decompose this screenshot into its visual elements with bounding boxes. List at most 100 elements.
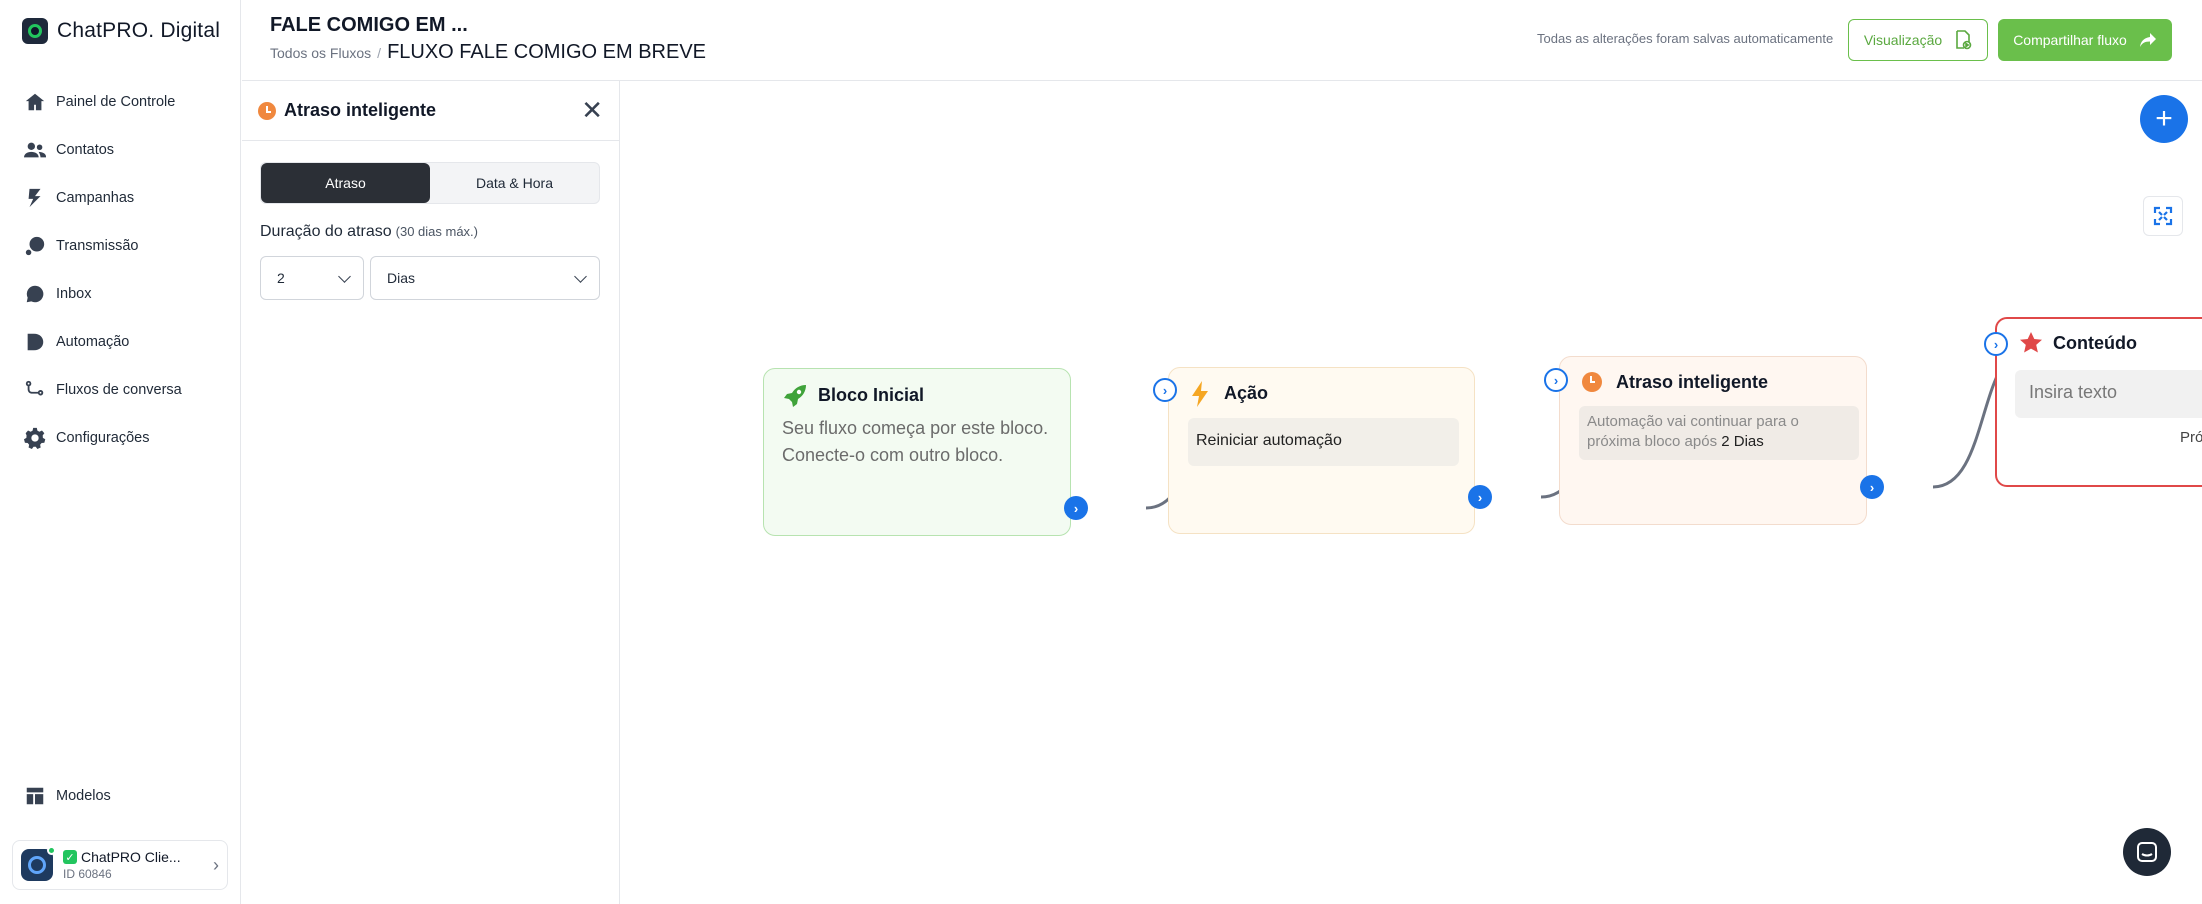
node-start-title: Bloco Inicial [818, 385, 925, 405]
node-content-next-label: Pró [2180, 429, 2202, 446]
tab-atraso[interactable]: Atraso [261, 163, 430, 203]
node-delay-content: Automação vai continuar para o próxima b… [1579, 406, 1859, 460]
sidebar-bottom: Modelos [24, 772, 111, 820]
node-content-input-handle[interactable]: › [1984, 332, 2008, 356]
node-action-input-handle[interactable]: › [1153, 378, 1177, 402]
node-action-title: Ação [1224, 383, 1269, 403]
share-button-label: Compartilhar fluxo [2013, 32, 2127, 48]
brand[interactable]: ChatPRO. Digital [22, 18, 220, 44]
support-chat-button[interactable] [2123, 828, 2171, 876]
breadcrumb-current[interactable]: FLUXO FALE COMIGO EM BREVE [387, 41, 706, 64]
close-icon[interactable]: ✕ [581, 95, 603, 126]
node-delay-text: Automação vai continuar para o próxima b… [1587, 413, 1799, 450]
brand-logo-icon [22, 18, 48, 44]
sidebar-item-label: Fluxos de conversa [56, 382, 182, 398]
delay-duration-label-text: Duração do atraso [260, 223, 392, 240]
add-block-button[interactable]: + [2140, 95, 2188, 143]
delay-mode-tabs: Atraso Data & Hora [260, 162, 600, 204]
node-content-text-input[interactable]: Insira texto [2015, 370, 2202, 418]
sidebar-item-contatos[interactable]: Contatos [24, 126, 182, 174]
chevron-down-icon [574, 269, 587, 283]
sidebar-item-label: Configurações [56, 430, 150, 446]
account-name: ChatPRO Clie... [81, 849, 181, 865]
delay-amount-value: 2 [277, 270, 285, 286]
sidebar-item-painel[interactable]: Painel de Controle [24, 78, 182, 126]
gear-icon [24, 427, 46, 449]
fit-view-button[interactable] [2143, 196, 2183, 236]
panel-title: Atraso inteligente [284, 100, 437, 120]
sidebar-item-inbox[interactable]: Inbox [24, 270, 182, 318]
node-delay-output-handle[interactable]: › [1860, 475, 1884, 499]
header: FALE COMIGO EM ... Todos os Fluxos / FLU… [242, 0, 2202, 81]
app-root: ChatPRO. Digital Painel de Controle Cont… [0, 0, 2202, 904]
autosave-status: Todas as alterações foram salvas automat… [1537, 31, 1834, 46]
rocket-icon [784, 385, 806, 407]
sidebar-item-label: Painel de Controle [56, 94, 176, 110]
node-start[interactable]: Bloco Inicial Seu fluxo começa por este … [763, 368, 1071, 536]
smart-delay-panel: Atraso inteligente ✕ Atraso Data & Hora … [242, 81, 620, 904]
brand-name: ChatPRO. Digital [57, 19, 221, 42]
avatar [21, 846, 56, 881]
delay-unit-select[interactable]: Dias [370, 256, 600, 300]
expand-icon [2153, 206, 2173, 226]
clock-icon [258, 101, 276, 120]
sidebar-item-label: Automação [56, 334, 130, 350]
users-icon [24, 142, 46, 158]
breadcrumb-link-all-flows[interactable]: Todos os Fluxos [270, 45, 371, 61]
templates-icon [26, 787, 44, 805]
chat-icon [26, 285, 44, 303]
node-smart-delay[interactable]: Atraso inteligente Automação vai continu… [1559, 356, 1867, 525]
tab-data-hora[interactable]: Data & Hora [430, 163, 599, 203]
node-action-content: Reiniciar automação [1188, 418, 1459, 466]
verified-check-icon: ✓ [63, 850, 77, 864]
node-start-output-handle[interactable]: › [1064, 496, 1088, 520]
panel-header: Atraso inteligente ✕ [242, 81, 619, 141]
automation-icon [27, 333, 44, 351]
sidebar-item-label: Transmissão [56, 238, 139, 254]
share-flow-button[interactable]: Compartilhar fluxo [1998, 19, 2172, 61]
node-content-title: Conteúdo [2053, 333, 2137, 353]
preview-button[interactable]: Visualização [1848, 19, 1988, 61]
clock-icon [1582, 372, 1602, 392]
preview-document-icon [1956, 30, 1972, 50]
page-title: FALE COMIGO EM ... [270, 14, 468, 36]
account-switcher[interactable]: ✓ ChatPRO Clie... ID 60846 › [12, 840, 228, 890]
sidebar-item-configuracoes[interactable]: Configurações [24, 414, 182, 462]
star-icon [2020, 332, 2042, 353]
campaign-icon [28, 188, 41, 208]
sidebar-item-fluxos[interactable]: Fluxos de conversa [24, 366, 182, 414]
home-icon [25, 93, 45, 111]
delay-duration-hint: (30 dias máx.) [395, 224, 479, 239]
delay-unit-value: Dias [387, 270, 416, 286]
node-delay-input-handle[interactable]: › [1544, 368, 1568, 392]
account-id: ID 60846 [63, 867, 112, 881]
sidebar-item-modelos[interactable]: Modelos [24, 772, 111, 820]
delay-duration-label: Duração do atraso (30 dias máx.) [260, 223, 478, 241]
sidebar-item-label: Campanhas [56, 190, 135, 206]
lightning-icon [1192, 381, 1208, 407]
sidebar-item-automacao[interactable]: Automação [24, 318, 182, 366]
sidebar-item-campanhas[interactable]: Campanhas [24, 174, 182, 222]
flow-canvas[interactable]: Bloco Inicial Seu fluxo começa por este … [621, 81, 2202, 904]
node-action[interactable]: Ação Reiniciar automação [1168, 367, 1475, 534]
breadcrumb-separator: / [377, 45, 382, 61]
node-content[interactable]: Conteúdo Insira texto Pró [1995, 317, 2202, 487]
delay-amount-select[interactable]: 2 [260, 256, 364, 300]
node-delay-title: Atraso inteligente [1616, 372, 1769, 392]
chat-support-icon [2137, 842, 2157, 862]
node-action-output-handle[interactable]: › [1468, 485, 1492, 509]
breadcrumb: Todos os Fluxos / FLUXO FALE COMIGO EM B… [270, 41, 706, 64]
node-start-text: Seu fluxo começa por este bloco. Conecte… [782, 418, 1049, 465]
sidebar-item-label: Contatos [56, 142, 115, 158]
chevron-down-icon [338, 269, 351, 283]
share-arrow-icon [2139, 33, 2156, 47]
node-delay-value: 2 Dias [1721, 433, 1764, 450]
preview-button-label: Visualização [1863, 32, 1943, 48]
sidebar-item-label: Modelos [56, 788, 111, 804]
sidebar-item-label: Inbox [56, 286, 92, 302]
sidebar-item-transmissao[interactable]: Transmissão [24, 222, 182, 270]
flow-icon [25, 380, 44, 396]
chevron-right-icon: › [213, 854, 219, 875]
broadcast-icon [25, 236, 45, 256]
sidebar: ChatPRO. Digital Painel de Controle Cont… [0, 0, 241, 904]
